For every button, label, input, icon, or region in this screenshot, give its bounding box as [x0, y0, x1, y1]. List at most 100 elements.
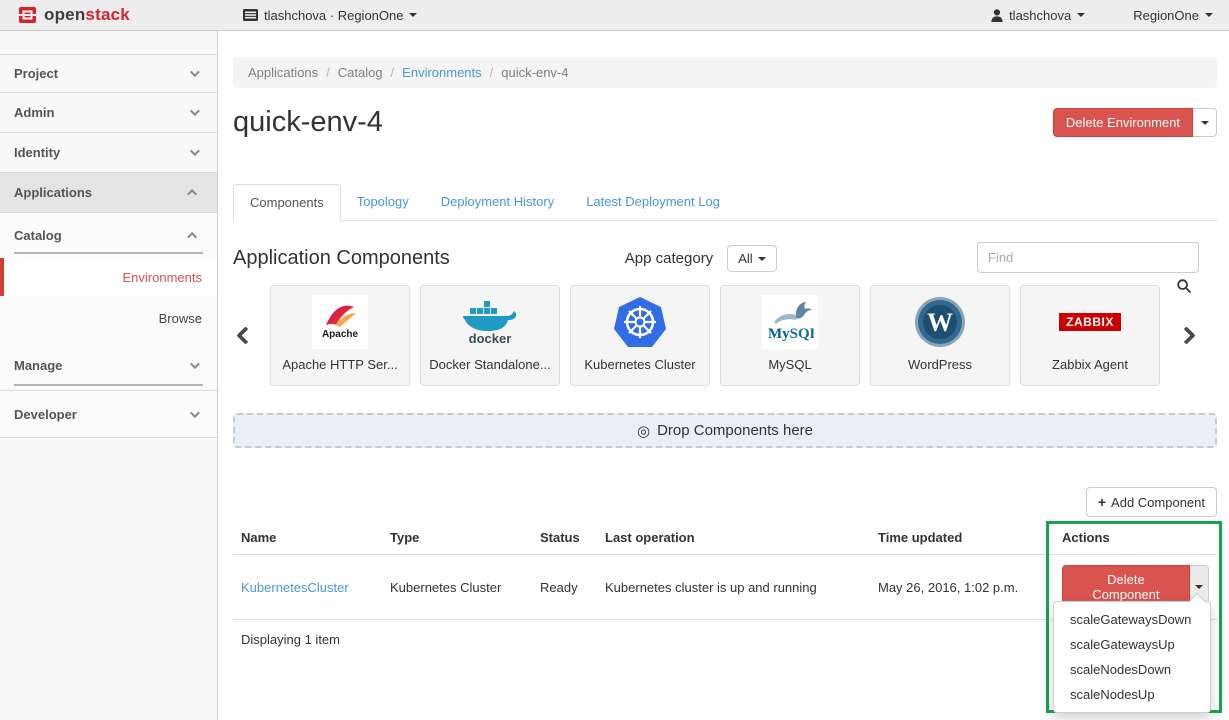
tab-components[interactable]: Components: [233, 184, 341, 221]
target-icon: ◎: [637, 422, 650, 440]
search-icon[interactable]: [1177, 279, 1191, 293]
page-title: quick-env-4: [233, 104, 383, 140]
delete-environment-button-group: Delete Environment: [1053, 108, 1217, 137]
components-panel-title: Application Components: [233, 247, 450, 270]
top-navbar: openstack tlashchova · RegionOne tlashch…: [0, 0, 1229, 31]
page: openstack tlashchova · RegionOne tlashch…: [0, 0, 1229, 720]
sidebar-item-catalog[interactable]: Catalog: [0, 213, 217, 258]
app-category-label: App category: [625, 250, 713, 267]
list-icon: [243, 9, 258, 21]
column-header-time-updated[interactable]: Time updated: [870, 521, 1054, 555]
tab-deployment-history[interactable]: Deployment History: [425, 184, 570, 221]
find-input[interactable]: [977, 242, 1199, 273]
component-last-operation-cell: Kubernetes cluster is up and running: [597, 555, 870, 620]
column-header-type[interactable]: Type: [382, 521, 532, 555]
caret-down-icon: [1205, 13, 1213, 17]
mysql-logo: MySQL.: [762, 286, 818, 357]
apache-logo: Apache: [312, 286, 368, 357]
user-menu-label: tlashchova: [1009, 8, 1071, 23]
component-tile-apache[interactable]: Apache Apache HTTP Ser...: [270, 285, 410, 386]
column-header-name[interactable]: Name: [233, 521, 382, 555]
caret-down-icon: [1077, 13, 1085, 17]
caret-down-icon: [409, 13, 417, 17]
wordpress-logo: W: [914, 286, 966, 357]
dropdown-pointer: [1189, 594, 1205, 602]
component-tile-zabbix[interactable]: ZABBIX Zabbix Agent: [1020, 285, 1160, 386]
tile-label: Docker Standalone...: [429, 357, 550, 372]
menu-item-scale-gateways-down[interactable]: scaleGatewaysDown: [1054, 607, 1210, 632]
sidebar-item-label: Project: [14, 66, 58, 81]
carousel-prev-button[interactable]: [233, 329, 257, 342]
breadcrumb-item: Applications: [248, 65, 318, 80]
caret-down-icon: [758, 257, 766, 261]
sidebar-item-applications[interactable]: Applications: [0, 173, 217, 213]
sidebar-item-label: Admin: [14, 105, 54, 120]
svg-text:Apache: Apache: [322, 329, 359, 339]
tab-topology[interactable]: Topology: [341, 184, 425, 221]
add-component-button[interactable]: + Add Component: [1086, 487, 1217, 517]
component-tile-kubernetes[interactable]: Kubernetes Cluster: [570, 285, 710, 386]
svg-text:docker: docker: [469, 331, 512, 346]
svg-text:W: W: [927, 308, 953, 337]
menu-item-scale-nodes-up[interactable]: scaleNodesUp: [1054, 682, 1210, 707]
breadcrumb-item-current: quick-env-4: [501, 65, 568, 80]
project-context-switcher[interactable]: tlashchova · RegionOne: [243, 0, 417, 30]
chevron-up-icon: [187, 232, 197, 242]
title-row: quick-env-4 Delete Environment: [233, 104, 1217, 140]
kubernetes-logo: [613, 286, 667, 357]
chevron-down-icon: [190, 146, 200, 156]
kubernetes-wheel-icon: [613, 296, 667, 348]
tile-label: MySQL: [768, 357, 811, 372]
zabbix-badge: ZABBIX: [1059, 313, 1121, 331]
user-menu[interactable]: tlashchova: [991, 8, 1085, 23]
component-tile-docker[interactable]: docker Docker Standalone...: [420, 285, 560, 386]
chevron-down-icon: [190, 408, 200, 418]
sidebar-item-browse[interactable]: Browse: [0, 296, 217, 340]
docker-whale-icon: docker: [461, 298, 519, 346]
wordpress-w-icon: W: [914, 296, 966, 348]
sidebar-item-admin[interactable]: Admin: [0, 93, 217, 133]
app-category-dropdown[interactable]: All: [727, 245, 776, 272]
zabbix-logo: ZABBIX: [1059, 286, 1121, 357]
tile-label: WordPress: [908, 357, 972, 372]
tile-label: Zabbix Agent: [1052, 357, 1128, 372]
column-header-actions: Actions: [1054, 521, 1217, 555]
menu-item-scale-nodes-down[interactable]: scaleNodesDown: [1054, 657, 1210, 682]
breadcrumb: Applications / Catalog / Environments / …: [233, 57, 1217, 88]
brand-wordmark: openstack: [44, 5, 130, 25]
app-category-value: All: [738, 251, 752, 266]
dropzone-label: Drop Components here: [657, 422, 813, 439]
sidebar-item-identity[interactable]: Identity: [0, 133, 217, 173]
component-tile-wordpress[interactable]: W WordPress: [870, 285, 1010, 386]
sidebar-item-label: Manage: [14, 358, 62, 373]
sidebar-item-manage[interactable]: Manage: [0, 340, 217, 390]
tile-label: Kubernetes Cluster: [584, 357, 695, 372]
drop-components-zone[interactable]: ◎ Drop Components here: [233, 413, 1217, 448]
sidebar-item-environments[interactable]: Environments: [0, 258, 217, 296]
section-underline: [14, 384, 203, 386]
tab-bar: Components Topology Deployment History L…: [233, 184, 1217, 221]
sidebar: Project Admin Identity Applications Cata…: [0, 31, 218, 720]
breadcrumb-link-environments[interactable]: Environments: [402, 65, 481, 80]
region-menu-label: RegionOne: [1133, 8, 1199, 23]
tab-latest-deployment-log[interactable]: Latest Deployment Log: [570, 184, 736, 221]
component-name-link[interactable]: KubernetesCluster: [241, 580, 349, 595]
region-menu[interactable]: RegionOne: [1133, 8, 1213, 23]
table-header-row: Name Type Status Last operation Time upd…: [233, 521, 1217, 555]
apache-feather-icon: Apache: [320, 305, 360, 339]
sidebar-item-developer[interactable]: Developer: [0, 390, 217, 438]
breadcrumb-separator: /: [391, 65, 395, 80]
sidebar-item-label: Applications: [14, 185, 92, 200]
menu-item-scale-gateways-up[interactable]: scaleGatewaysUp: [1054, 632, 1210, 657]
carousel-next-button[interactable]: [1174, 329, 1198, 342]
openstack-logo[interactable]: openstack: [18, 0, 130, 30]
column-header-status[interactable]: Status: [532, 521, 597, 555]
component-tile-mysql[interactable]: MySQL. MySQL: [720, 285, 860, 386]
chevron-down-icon: [190, 67, 200, 77]
delete-environment-button[interactable]: Delete Environment: [1053, 108, 1193, 137]
breadcrumb-separator: /: [490, 65, 494, 80]
sidebar-item-project[interactable]: Project: [0, 55, 217, 93]
chevron-down-icon: [190, 106, 200, 116]
column-header-last-operation[interactable]: Last operation: [597, 521, 870, 555]
delete-environment-dropdown-toggle[interactable]: [1193, 108, 1217, 137]
